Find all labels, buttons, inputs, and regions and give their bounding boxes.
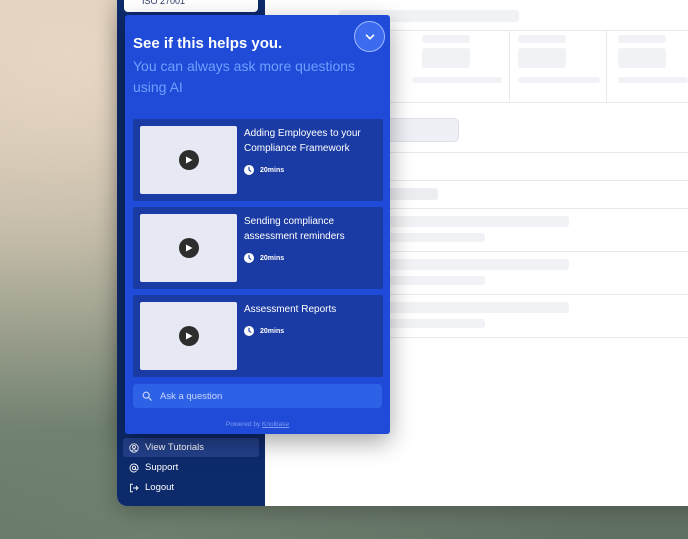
- stat-placeholder: [518, 35, 566, 43]
- powered-by-brand-link[interactable]: Knolbase: [262, 421, 289, 428]
- table-row-placeholder: [373, 302, 569, 313]
- video-thumbnail[interactable]: [140, 126, 237, 194]
- play-icon[interactable]: [178, 326, 199, 346]
- logout-icon: [129, 483, 139, 493]
- clock-icon: [244, 253, 254, 263]
- panel-title: See if this helps you.: [133, 35, 283, 52]
- duration-label: 20mins: [260, 254, 285, 262]
- duration-label: 20mins: [260, 166, 285, 174]
- sidebar-nav: View Tutorials Support Logout: [123, 438, 259, 498]
- stat-placeholder: [618, 77, 688, 83]
- stat-placeholder: [422, 35, 470, 43]
- duration-label: 20mins: [260, 327, 285, 335]
- powered-by: Powered by Knolbase: [125, 421, 390, 428]
- video-thumbnail[interactable]: [140, 214, 237, 282]
- clock-icon: [244, 326, 254, 336]
- stat-placeholder: [518, 77, 600, 83]
- sidebar-item-label: Logout: [145, 482, 175, 493]
- stat-placeholder: [618, 48, 666, 68]
- sidebar-item-view-tutorials[interactable]: View Tutorials: [123, 438, 259, 457]
- tutorial-title[interactable]: Assessment Reports: [244, 302, 379, 317]
- chevron-down-icon: [365, 33, 374, 40]
- tutorial-title[interactable]: Adding Employees to your Compliance Fram…: [244, 126, 379, 156]
- sidebar-item-label: View Tutorials: [145, 442, 204, 453]
- play-icon[interactable]: [178, 150, 199, 170]
- help-panel: See if this helps you. You can always as…: [125, 15, 390, 434]
- table-row-placeholder: [373, 216, 569, 227]
- stat-placeholder: [412, 77, 502, 83]
- play-icon[interactable]: [178, 238, 199, 258]
- video-thumbnail[interactable]: [140, 302, 237, 370]
- ask-question-box[interactable]: [133, 384, 382, 408]
- ask-question-input[interactable]: [160, 390, 373, 402]
- collapse-button[interactable]: [354, 21, 385, 52]
- tutorial-list: Adding Employees to your Compliance Fram…: [133, 119, 383, 383]
- stat-divider: [509, 30, 510, 102]
- sidebar-item-logout[interactable]: Logout: [123, 478, 259, 497]
- stat-placeholder: [618, 35, 666, 43]
- user-circle-icon: [129, 442, 139, 453]
- table-row-placeholder: [373, 259, 569, 270]
- sidebar-item-support[interactable]: Support: [123, 458, 259, 477]
- compliance-framework-chip[interactable]: ISO 27001: [124, 0, 258, 12]
- stat-placeholder: [518, 48, 566, 68]
- tutorial-card[interactable]: Assessment Reports 20mins: [133, 295, 383, 377]
- tutorial-duration: 20mins: [244, 326, 284, 336]
- powered-by-label: Powered by: [225, 421, 261, 428]
- tutorial-card[interactable]: Sending compliance assessment reminders …: [133, 207, 383, 289]
- stat-divider: [606, 30, 607, 102]
- tutorial-duration: 20mins: [244, 253, 284, 263]
- clock-icon: [244, 165, 254, 175]
- tutorial-title[interactable]: Sending compliance assessment reminders: [244, 214, 379, 244]
- tutorial-duration: 20mins: [244, 165, 284, 175]
- stat-placeholder: [422, 48, 470, 68]
- sidebar-item-label: Support: [145, 462, 179, 473]
- at-sign-icon: [129, 463, 139, 473]
- tutorial-card[interactable]: Adding Employees to your Compliance Fram…: [133, 119, 383, 201]
- panel-subtitle: You can always ask more questions using …: [133, 58, 356, 95]
- search-icon: [142, 391, 152, 401]
